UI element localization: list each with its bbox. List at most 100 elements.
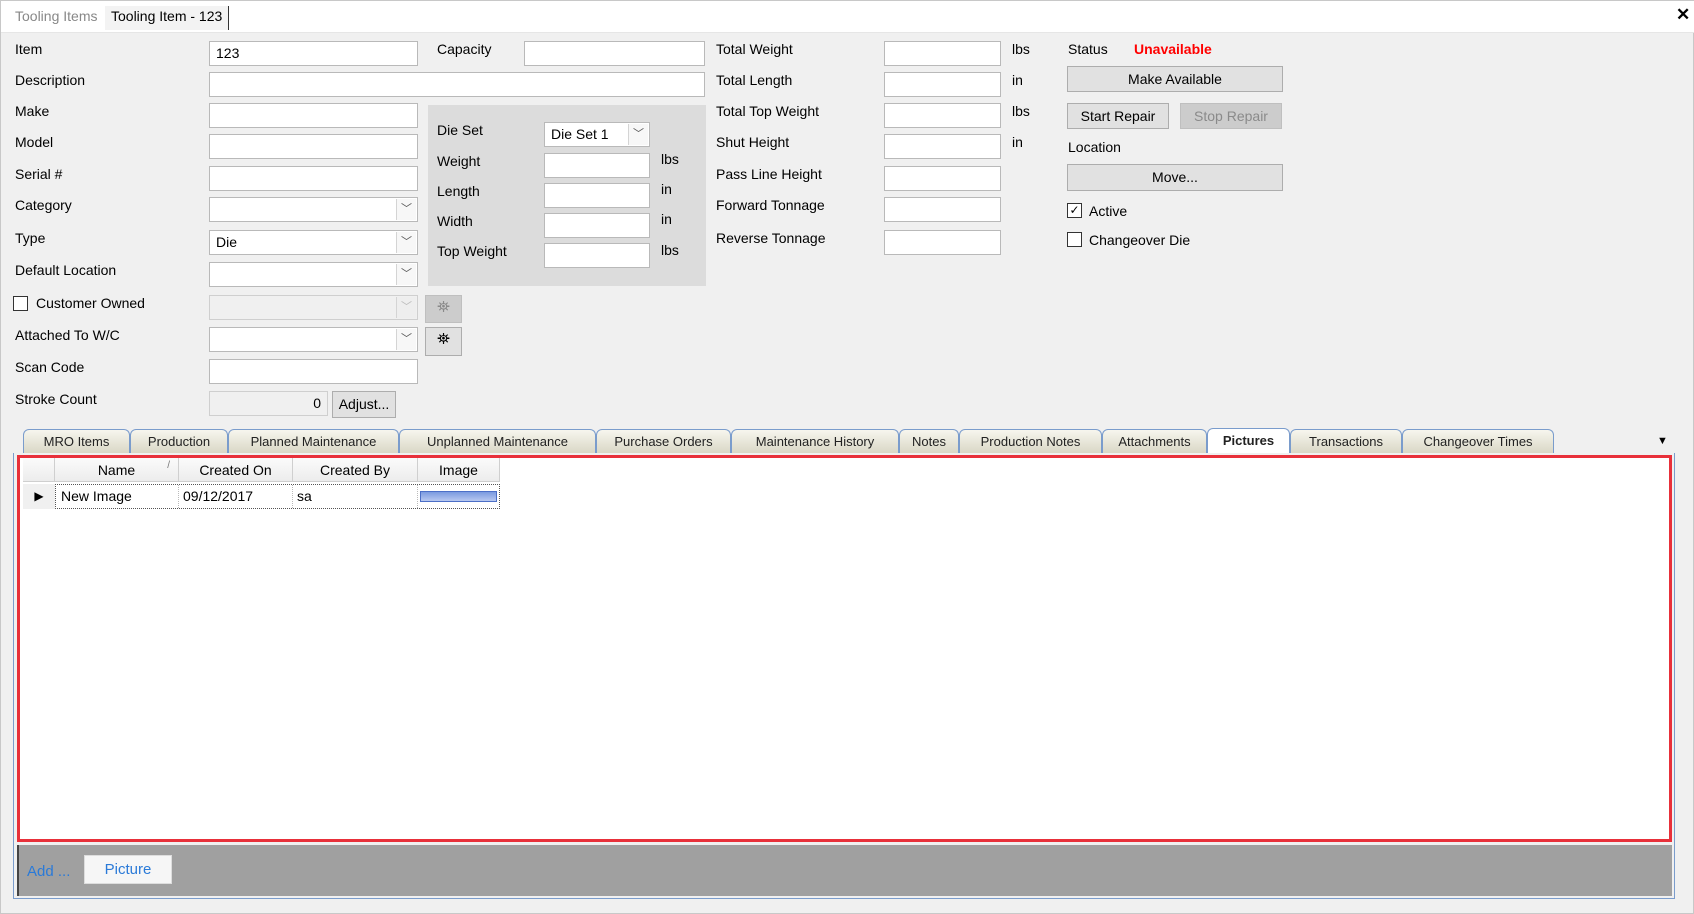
close-icon[interactable]: ✕: [1676, 5, 1690, 25]
binoculars-icon: ⛯: [425, 295, 462, 323]
weight-label: Weight: [437, 153, 481, 169]
tab-unplanned-maintenance[interactable]: Unplanned Maintenance: [399, 429, 596, 454]
total-input[interactable]: [884, 103, 1001, 128]
total-label: Total Length: [716, 72, 793, 88]
chevron-down-icon: ﹀: [396, 297, 416, 318]
column-header-name[interactable]: Name /: [55, 458, 179, 482]
image-thumbnail[interactable]: [420, 491, 497, 502]
column-header-created-by[interactable]: Created By: [293, 458, 418, 482]
category-label: Category: [15, 197, 72, 213]
item-input[interactable]: 123: [209, 41, 418, 66]
tab-production[interactable]: Production: [130, 429, 228, 454]
total-input[interactable]: [884, 72, 1001, 97]
tab-transactions[interactable]: Transactions: [1290, 429, 1402, 454]
scan-code-label: Scan Code: [15, 359, 85, 375]
make-available-button[interactable]: Make Available: [1067, 66, 1283, 92]
active-label: Active: [1089, 203, 1128, 219]
adjust-button[interactable]: Adjust...: [332, 391, 396, 418]
total-label: Total Top Weight: [716, 103, 819, 119]
status-value: Unavailable: [1134, 41, 1212, 57]
chevron-down-icon[interactable]: ﹀: [396, 329, 416, 350]
serial-label: Serial #: [15, 166, 63, 182]
doc-tab-tooling-item-123[interactable]: Tooling Item - 123: [105, 6, 230, 30]
total-input[interactable]: [884, 166, 1001, 191]
tab-attachments[interactable]: Attachments: [1102, 429, 1207, 454]
total-input[interactable]: [884, 41, 1001, 66]
tab-pictures[interactable]: Pictures: [1207, 428, 1290, 455]
tab-planned-maintenance[interactable]: Planned Maintenance: [228, 429, 399, 454]
add-picture-button[interactable]: Picture: [84, 855, 172, 884]
chevron-down-icon[interactable]: ﹀: [396, 232, 416, 253]
changeover-die-label: Changeover Die: [1089, 232, 1191, 248]
add-label: Add ...: [27, 863, 71, 880]
chevron-down-icon[interactable]: ﹀: [628, 124, 648, 145]
column-header-created-on[interactable]: Created On: [179, 458, 293, 482]
model-label: Model: [15, 134, 54, 150]
location-label: Location: [1068, 139, 1121, 155]
total-label: Shut Height: [716, 134, 790, 150]
total-input[interactable]: [884, 134, 1001, 159]
move-button[interactable]: Move...: [1067, 164, 1283, 191]
total-label: Reverse Tonnage: [716, 230, 826, 246]
tab-maintenance-history[interactable]: Maintenance History: [731, 429, 899, 454]
capacity-label: Capacity: [437, 41, 492, 57]
total-input[interactable]: [884, 230, 1001, 255]
cell-created-by[interactable]: sa: [293, 485, 418, 508]
capacity-input[interactable]: [524, 41, 705, 66]
attached-wc-select[interactable]: ﹀: [209, 327, 418, 352]
weight-input[interactable]: [544, 153, 650, 178]
binoculars-icon[interactable]: ⛯: [425, 327, 462, 356]
attached-wc-label: Attached To W/C: [15, 327, 120, 343]
tab-changeover-times[interactable]: Changeover Times: [1402, 429, 1554, 454]
active-checkbox[interactable]: ✓: [1067, 203, 1082, 218]
width-input[interactable]: [544, 213, 650, 238]
chevron-down-icon[interactable]: ﹀: [396, 264, 416, 285]
tab-notes[interactable]: Notes: [899, 429, 959, 454]
weight-unit: lbs: [661, 151, 679, 167]
column-header-image[interactable]: Image: [418, 458, 500, 482]
tab-purchase-orders[interactable]: Purchase Orders: [596, 429, 731, 454]
cell-name[interactable]: New Image: [57, 485, 179, 508]
type-select[interactable]: Die ﹀: [209, 230, 418, 255]
status-label: Status: [1068, 41, 1108, 57]
pictures-grid: [17, 455, 1672, 842]
start-repair-button[interactable]: Start Repair: [1067, 103, 1169, 129]
serial-input[interactable]: [209, 166, 418, 191]
sort-icon: /: [167, 460, 170, 471]
total-input[interactable]: [884, 197, 1001, 222]
length-input[interactable]: [544, 183, 650, 208]
total-label: Forward Tonnage: [716, 197, 825, 213]
customer-owned-checkbox[interactable]: [13, 296, 28, 311]
category-select[interactable]: ﹀: [209, 197, 418, 222]
make-input[interactable]: [209, 103, 418, 128]
changeover-die-checkbox[interactable]: [1067, 232, 1082, 247]
scan-code-input[interactable]: [209, 359, 418, 384]
stop-repair-button: Stop Repair: [1180, 103, 1282, 129]
current-row-indicator-icon[interactable]: ▶: [23, 484, 55, 509]
top-weight-label: Top Weight: [437, 243, 507, 259]
stroke-count-label: Stroke Count: [15, 391, 97, 407]
customer-select: ﹀: [209, 295, 418, 320]
die-set-label: Die Set: [437, 122, 483, 138]
make-label: Make: [15, 103, 50, 119]
total-unit: lbs: [1012, 103, 1030, 119]
die-set-select[interactable]: Die Set 1 ﹀: [544, 122, 650, 147]
footer-bar: [17, 845, 1672, 896]
cell-created-on[interactable]: 09/12/2017: [179, 485, 293, 508]
default-location-select[interactable]: ﹀: [209, 262, 418, 287]
model-input[interactable]: [209, 134, 418, 159]
width-unit: in: [661, 211, 672, 227]
customer-owned-label: Customer Owned: [36, 295, 145, 311]
doc-tab-tooling-items[interactable]: Tooling Items: [15, 8, 97, 24]
type-label: Type: [15, 230, 46, 246]
chevron-down-icon[interactable]: ﹀: [396, 199, 416, 220]
tab-mro-items[interactable]: MRO Items: [23, 429, 130, 454]
length-label: Length: [437, 183, 480, 199]
tab-overflow-dropdown-icon[interactable]: ▼: [1657, 435, 1668, 447]
tab-production-notes[interactable]: Production Notes: [959, 429, 1102, 454]
description-input[interactable]: [209, 72, 705, 97]
default-location-label: Default Location: [15, 262, 117, 278]
item-label: Item: [15, 41, 43, 57]
top-weight-input[interactable]: [544, 243, 650, 268]
die-set-value: Die Set 1: [551, 126, 609, 142]
